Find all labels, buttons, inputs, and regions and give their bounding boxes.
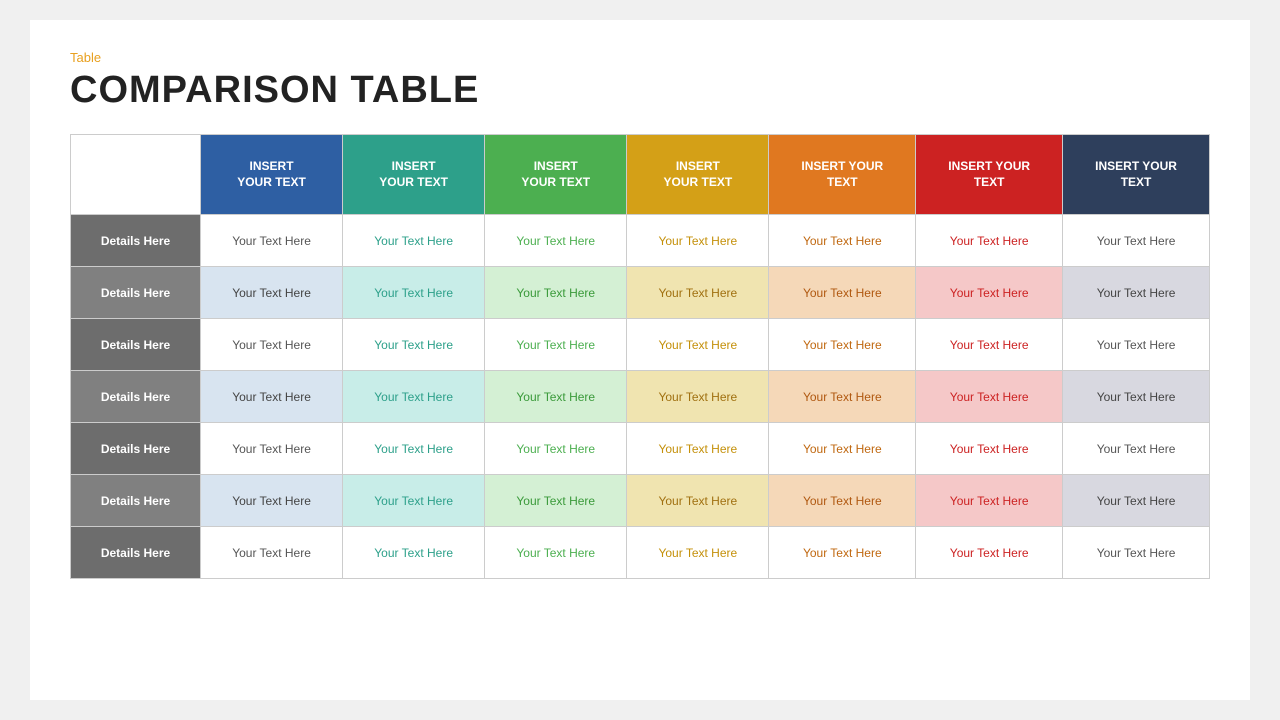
table-cell[interactable]: Your Text Here — [201, 423, 343, 475]
table-row: Details HereYour Text HereYour Text Here… — [71, 423, 1210, 475]
table-cell[interactable]: Your Text Here — [485, 475, 627, 527]
table-cell[interactable]: Your Text Here — [627, 267, 769, 319]
row-label[interactable]: Details Here — [71, 527, 201, 579]
column-header-3[interactable]: INSERTYOUR TEXT — [485, 135, 627, 215]
table-cell[interactable]: Your Text Here — [916, 527, 1063, 579]
table-cell[interactable]: Your Text Here — [769, 475, 916, 527]
table-cell[interactable]: Your Text Here — [343, 475, 485, 527]
table-cell[interactable]: Your Text Here — [769, 215, 916, 267]
column-header-7[interactable]: INSERT YOURTEXT — [1063, 135, 1210, 215]
table-cell[interactable]: Your Text Here — [769, 319, 916, 371]
table-cell[interactable]: Your Text Here — [627, 475, 769, 527]
column-header-4[interactable]: INSERTYOUR TEXT — [627, 135, 769, 215]
slide: Table COMPARISON TABLE INSERTYOUR TEXT I… — [30, 20, 1250, 700]
row-label[interactable]: Details Here — [71, 371, 201, 423]
table-header-row: INSERTYOUR TEXT INSERTYOUR TEXT INSERTYO… — [71, 135, 1210, 215]
row-label[interactable]: Details Here — [71, 423, 201, 475]
row-label[interactable]: Details Here — [71, 319, 201, 371]
table-cell[interactable]: Your Text Here — [343, 215, 485, 267]
table-cell[interactable]: Your Text Here — [485, 319, 627, 371]
table-cell[interactable]: Your Text Here — [1063, 319, 1210, 371]
slide-category-label: Table — [70, 50, 1210, 65]
table-cell[interactable]: Your Text Here — [201, 267, 343, 319]
table-row: Details HereYour Text HereYour Text Here… — [71, 475, 1210, 527]
table-cell[interactable]: Your Text Here — [916, 371, 1063, 423]
table-cell[interactable]: Your Text Here — [1063, 475, 1210, 527]
table-cell[interactable]: Your Text Here — [1063, 527, 1210, 579]
table-cell[interactable]: Your Text Here — [201, 475, 343, 527]
table-cell[interactable]: Your Text Here — [769, 267, 916, 319]
table-cell[interactable]: Your Text Here — [769, 423, 916, 475]
table-cell[interactable]: Your Text Here — [1063, 215, 1210, 267]
slide-title: COMPARISON TABLE — [70, 69, 1210, 112]
table-row: Details HereYour Text HereYour Text Here… — [71, 371, 1210, 423]
table-cell[interactable]: Your Text Here — [627, 371, 769, 423]
table-cell[interactable]: Your Text Here — [1063, 371, 1210, 423]
column-header-1[interactable]: INSERTYOUR TEXT — [201, 135, 343, 215]
table-cell[interactable]: Your Text Here — [343, 527, 485, 579]
table-cell[interactable]: Your Text Here — [201, 215, 343, 267]
table-cell[interactable]: Your Text Here — [343, 267, 485, 319]
table-cell[interactable]: Your Text Here — [916, 423, 1063, 475]
table-cell[interactable]: Your Text Here — [1063, 267, 1210, 319]
table-cell[interactable]: Your Text Here — [343, 423, 485, 475]
table-cell[interactable]: Your Text Here — [1063, 423, 1210, 475]
table-cell[interactable]: Your Text Here — [343, 371, 485, 423]
table-cell[interactable]: Your Text Here — [916, 319, 1063, 371]
table-row: Details HereYour Text HereYour Text Here… — [71, 215, 1210, 267]
table-cell[interactable]: Your Text Here — [769, 371, 916, 423]
header-empty-cell — [71, 135, 201, 215]
table-cell[interactable]: Your Text Here — [627, 319, 769, 371]
table-cell[interactable]: Your Text Here — [627, 527, 769, 579]
table-cell[interactable]: Your Text Here — [916, 475, 1063, 527]
table-cell[interactable]: Your Text Here — [769, 527, 916, 579]
column-header-2[interactable]: INSERTYOUR TEXT — [343, 135, 485, 215]
table-cell[interactable]: Your Text Here — [485, 267, 627, 319]
table-cell[interactable]: Your Text Here — [201, 319, 343, 371]
table-cell[interactable]: Your Text Here — [485, 527, 627, 579]
table-cell[interactable]: Your Text Here — [627, 215, 769, 267]
table-cell[interactable]: Your Text Here — [916, 215, 1063, 267]
table-cell[interactable]: Your Text Here — [627, 423, 769, 475]
row-label[interactable]: Details Here — [71, 475, 201, 527]
row-label[interactable]: Details Here — [71, 215, 201, 267]
comparison-table: INSERTYOUR TEXT INSERTYOUR TEXT INSERTYO… — [70, 134, 1210, 579]
column-header-6[interactable]: INSERT YOURTEXT — [916, 135, 1063, 215]
table-cell[interactable]: Your Text Here — [916, 267, 1063, 319]
column-header-5[interactable]: INSERT YOURTEXT — [769, 135, 916, 215]
table-row: Details HereYour Text HereYour Text Here… — [71, 527, 1210, 579]
table-cell[interactable]: Your Text Here — [201, 527, 343, 579]
table-cell[interactable]: Your Text Here — [343, 319, 485, 371]
table-cell[interactable]: Your Text Here — [201, 371, 343, 423]
table-cell[interactable]: Your Text Here — [485, 215, 627, 267]
row-label[interactable]: Details Here — [71, 267, 201, 319]
table-row: Details HereYour Text HereYour Text Here… — [71, 267, 1210, 319]
table-cell[interactable]: Your Text Here — [485, 371, 627, 423]
table-cell[interactable]: Your Text Here — [485, 423, 627, 475]
table-row: Details HereYour Text HereYour Text Here… — [71, 319, 1210, 371]
